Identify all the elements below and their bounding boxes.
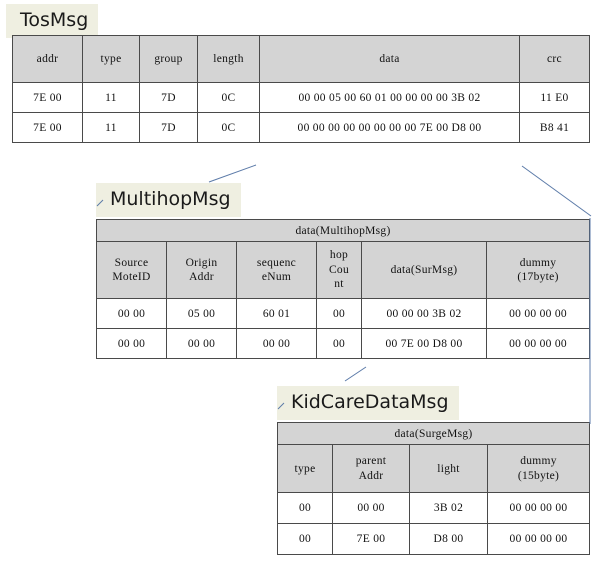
col-header-data-surmsg: data(SurMsg) <box>361 241 487 299</box>
cell-sequencenum: 00 00 <box>236 328 317 359</box>
col-header-line: (17byte) <box>517 271 559 283</box>
col-header-addr: addr <box>12 35 83 83</box>
col-header-dummy: dummy (15byte) <box>486 444 591 493</box>
connector-surmsg-to-kidcare <box>344 366 367 382</box>
col-header-line: hop <box>329 249 349 262</box>
cell-group: 7D <box>139 112 198 143</box>
col-header-line: sequenc <box>256 256 297 269</box>
cell-addr: 7E 00 <box>12 82 83 113</box>
col-header-line: Addr <box>189 271 214 283</box>
group-header-surgemsg: data(SurgeMsg) <box>276 422 591 445</box>
diagram-canvas: TosMsg addr type group length data crc 7… <box>0 0 602 571</box>
cell-addr: 7E 00 <box>12 112 83 143</box>
table-row-header: type parent Addr light dummy (15byte) <box>277 444 591 493</box>
col-header-source-moteid: Source MoteID <box>96 241 167 299</box>
connector-tosright-to-multihopright <box>521 165 592 217</box>
cell-length: 0C <box>197 112 260 143</box>
col-header-parent-addr: parent Addr <box>332 444 410 493</box>
col-header-line: (15byte) <box>517 469 560 482</box>
cell-sequencenum: 60 01 <box>236 298 317 329</box>
cell-light: 3B 02 <box>409 492 488 524</box>
table-row-group-header: data(MultihopMsg) <box>95 219 591 242</box>
col-header-line: MoteID <box>112 271 151 283</box>
cell-dummy: 00 00 00 00 <box>486 492 591 524</box>
table-multihopmsg: data(MultihopMsg) Source MoteID Origin A… <box>95 219 591 359</box>
col-header-line: Addr <box>358 469 384 482</box>
table-row-header: addr type group length data crc <box>12 35 590 83</box>
col-header-sequencenum: sequenc eNum <box>236 241 317 299</box>
cell-parent-addr: 00 00 <box>332 492 410 524</box>
cell-hopcount: 00 <box>316 298 362 329</box>
title-tosmsg: TosMsg <box>6 4 99 38</box>
table-row-header: Source MoteID Origin Addr sequenc eNum h… <box>96 241 591 299</box>
cell-dummy: 00 00 00 00 <box>486 523 591 555</box>
col-header-line: dummy <box>519 256 557 269</box>
table-row: 00 00 00 3B 02 00 00 00 00 <box>277 492 591 524</box>
col-header-data: data <box>259 35 520 83</box>
cell-crc: B8 41 <box>519 112 590 143</box>
col-header-line: Cou <box>328 263 350 276</box>
cell-origin-addr: 00 00 <box>166 328 237 359</box>
cell-dummy: 00 00 00 00 <box>485 328 591 359</box>
col-header-type: type <box>277 444 333 493</box>
table-tosmsg: addr type group length data crc 7E 00 11… <box>12 35 590 143</box>
cell-data: 00 00 00 00 00 00 00 00 7E 00 D8 00 <box>259 112 520 143</box>
table-row: 00 00 00 00 00 00 00 00 7E 00 D8 00 00 0… <box>96 328 591 359</box>
cell-source-moteid: 00 00 <box>96 298 167 329</box>
connector-tosdata-to-multihop <box>208 164 257 183</box>
col-header-line: eNum <box>261 271 292 283</box>
table-row: 7E 00 11 7D 0C 00 00 00 00 00 00 00 00 7… <box>12 112 590 143</box>
cell-hopcount: 00 <box>316 328 362 359</box>
cell-type: 00 <box>277 492 333 524</box>
col-header-line: dummy <box>520 455 557 468</box>
cell-data: 00 00 05 00 60 01 00 00 00 00 3B 02 <box>259 82 520 113</box>
cell-group: 7D <box>139 82 198 113</box>
table-row: 00 7E 00 D8 00 00 00 00 00 <box>277 523 591 555</box>
cell-crc: 11 E0 <box>519 82 590 113</box>
cell-parent-addr: 7E 00 <box>332 523 410 555</box>
col-header-length: length <box>197 35 260 83</box>
cell-type: 00 <box>277 523 333 555</box>
col-header-crc: crc <box>519 35 590 83</box>
col-header-light: light <box>409 444 488 493</box>
col-header-origin-addr: Origin Addr <box>166 241 237 299</box>
col-header-type: type <box>82 35 140 83</box>
cell-dummy: 00 00 00 00 <box>485 298 591 329</box>
cell-light: D8 00 <box>409 523 488 555</box>
group-header-multihopmsg: data(MultihopMsg) <box>95 219 591 242</box>
table-row: 7E 00 11 7D 0C 00 00 05 00 60 01 00 00 0… <box>12 82 590 113</box>
cell-source-moteid: 00 00 <box>96 328 167 359</box>
title-kidcaredatamsg: KidCareDataMsg <box>277 386 459 420</box>
col-header-hopcount: hop Cou nt <box>316 241 362 299</box>
cell-data-surmsg: 00 7E 00 D8 00 <box>361 328 487 359</box>
title-multihopmsg: MultihopMsg <box>96 183 241 217</box>
col-header-line: Origin <box>185 256 218 269</box>
col-header-line: nt <box>334 278 344 291</box>
col-header-line: Source <box>114 256 149 269</box>
col-header-line: parent <box>355 455 387 468</box>
table-row: 00 00 05 00 60 01 00 00 00 00 3B 02 00 0… <box>96 298 591 329</box>
cell-type: 11 <box>82 82 140 113</box>
cell-data-surmsg: 00 00 00 3B 02 <box>361 298 487 329</box>
cell-length: 0C <box>197 82 260 113</box>
table-kidcaredatamsg: data(SurgeMsg) type parent Addr light du… <box>276 422 591 555</box>
col-header-dummy: dummy (17byte) <box>485 241 591 299</box>
table-row-group-header: data(SurgeMsg) <box>276 422 591 445</box>
col-header-group: group <box>139 35 198 83</box>
cell-origin-addr: 05 00 <box>166 298 237 329</box>
cell-type: 11 <box>82 112 140 143</box>
